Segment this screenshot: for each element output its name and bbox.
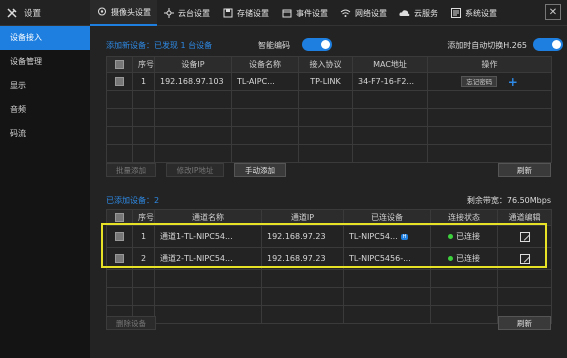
table-row bbox=[106, 287, 552, 306]
row-index: 1 bbox=[132, 72, 155, 91]
close-icon: ✕ bbox=[548, 6, 558, 18]
storage-icon bbox=[222, 8, 233, 19]
table-row bbox=[106, 126, 552, 145]
sidebar-item-display[interactable]: 显示 bbox=[0, 74, 90, 98]
system-icon bbox=[450, 8, 461, 19]
device-name: TL-AIPC... bbox=[231, 72, 299, 91]
select-all-checkbox[interactable] bbox=[106, 56, 133, 73]
tab-label: 网络设置 bbox=[355, 8, 387, 18]
tab-label: 系统设置 bbox=[465, 8, 497, 18]
table-row[interactable]: 1 192.168.97.103 TL-AIPC... TP-LINK 34-F… bbox=[106, 72, 552, 91]
col-header: 设备名称 bbox=[231, 56, 299, 73]
tab-event-settings[interactable]: 事件设置 bbox=[275, 0, 334, 26]
smart-encode-label: 智能编码 bbox=[258, 41, 290, 50]
new-devices-header: 添加新设备：已发现 1 台设备 智能编码 添加时自动切换H.265 bbox=[106, 38, 563, 52]
sidebar-item-audio[interactable]: 音频 bbox=[0, 98, 90, 122]
cloud-icon bbox=[399, 8, 410, 19]
table-header-row: 序号 设备IP 设备名称 接入协议 MAC地址 操作 bbox=[106, 56, 552, 73]
tab-network-settings[interactable]: 网络设置 bbox=[334, 0, 393, 26]
sidebar-item-device-management[interactable]: 设备管理 bbox=[0, 50, 90, 74]
tools-icon bbox=[7, 8, 17, 18]
device-ip: 192.168.97.103 bbox=[154, 72, 232, 91]
main-panel: 添加新设备：已发现 1 台设备 智能编码 添加时自动切换H.265 序号 设备I… bbox=[90, 26, 567, 358]
wifi-icon bbox=[340, 8, 351, 19]
table-row bbox=[106, 305, 552, 324]
row-actions: 忘记密码 + bbox=[427, 72, 552, 91]
forgot-password-button[interactable]: 忘记密码 bbox=[461, 75, 498, 87]
col-header: 序号 bbox=[132, 56, 155, 73]
col-header: 操作 bbox=[427, 56, 552, 73]
new-devices-table: 序号 设备IP 设备名称 接入协议 MAC地址 操作 1 192.168.97.… bbox=[106, 56, 552, 163]
sidebar-item-stream[interactable]: 码流 bbox=[0, 122, 90, 146]
new-devices-label: 添加新设备：已发现 1 台设备 bbox=[106, 41, 213, 50]
tab-label: 云台设置 bbox=[178, 8, 210, 18]
smart-encode-toggle[interactable] bbox=[302, 38, 332, 51]
added-devices-header: 已添加设备：2 剩余带宽：76.50Mbps bbox=[106, 195, 551, 207]
app-title-label: 设置 bbox=[24, 9, 42, 19]
modify-ip-button[interactable]: 修改IP地址 bbox=[166, 163, 224, 177]
tab-label: 摄像头设置 bbox=[111, 7, 151, 17]
tab-camera-settings[interactable]: 摄像头设置 bbox=[90, 0, 157, 26]
table-row bbox=[106, 90, 552, 109]
added-devices-label: 已添加设备：2 bbox=[106, 196, 160, 205]
tab-label: 云服务 bbox=[414, 8, 438, 18]
col-header: MAC地址 bbox=[352, 56, 428, 73]
sidebar-item-device-access[interactable]: 设备接入 bbox=[0, 26, 90, 50]
ptz-icon bbox=[163, 8, 174, 19]
table-row bbox=[106, 144, 552, 163]
device-mac: 34-F7-16-F2... bbox=[352, 72, 428, 91]
manual-add-button[interactable]: 手动添加 bbox=[234, 163, 286, 177]
col-header: 接入协议 bbox=[298, 56, 353, 73]
tab-system-settings[interactable]: 系统设置 bbox=[444, 0, 503, 26]
close-button[interactable]: ✕ bbox=[545, 4, 561, 20]
row-checkbox[interactable] bbox=[106, 72, 133, 91]
auto-switch-toggle[interactable] bbox=[533, 38, 563, 51]
tab-cloud-service[interactable]: 云服务 bbox=[393, 0, 444, 26]
tab-label: 事件设置 bbox=[296, 8, 328, 18]
table-row bbox=[106, 108, 552, 127]
tab-storage-settings[interactable]: 存储设置 bbox=[216, 0, 275, 26]
app-title: 设置 bbox=[6, 5, 41, 21]
camera-icon bbox=[96, 7, 107, 18]
sidebar: 设备接入 设备管理 显示 音频 码流 bbox=[0, 26, 90, 358]
delete-device-button[interactable]: 删除设备 bbox=[106, 316, 156, 330]
auto-switch-label: 添加时自动切换H.265 bbox=[447, 41, 527, 50]
selection-highlight bbox=[101, 223, 547, 268]
add-device-icon[interactable]: + bbox=[508, 75, 518, 89]
tab-label: 存储设置 bbox=[237, 8, 269, 18]
table-row bbox=[106, 269, 552, 288]
tab-ptz-settings[interactable]: 云台设置 bbox=[157, 0, 216, 26]
refresh-added-button[interactable]: 刷新 bbox=[498, 316, 551, 330]
top-bar: 设置 摄像头设置 云台设置 存储设置 事件设置 网络设置 云服务 系统设置 ✕ bbox=[0, 0, 567, 26]
batch-add-button[interactable]: 批量添加 bbox=[106, 163, 156, 177]
event-icon bbox=[281, 8, 292, 19]
col-header: 设备IP bbox=[154, 56, 232, 73]
device-protocol: TP-LINK bbox=[298, 72, 353, 91]
bandwidth-label: 剩余带宽：76.50Mbps bbox=[466, 196, 551, 205]
refresh-button[interactable]: 刷新 bbox=[498, 163, 551, 177]
main-tabs: 摄像头设置 云台设置 存储设置 事件设置 网络设置 云服务 系统设置 bbox=[90, 0, 503, 26]
